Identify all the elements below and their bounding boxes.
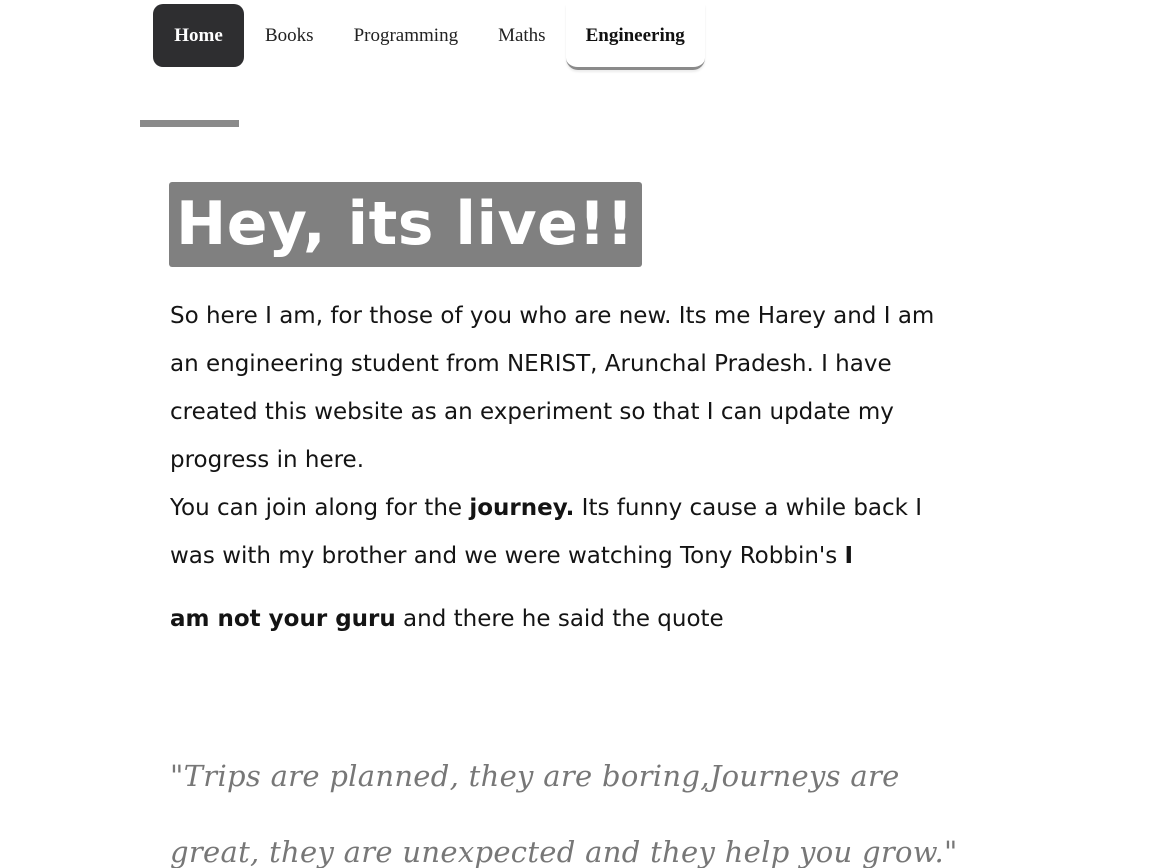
journey-emphasis: journey.	[469, 495, 575, 521]
journey-paragraph: You can join along for the journey. Its …	[170, 484, 970, 580]
text-segment: You can join along for the	[170, 495, 470, 521]
nav-home-link[interactable]: Home	[153, 4, 244, 67]
nav-programming-link[interactable]: Programming	[334, 4, 479, 67]
nav-books-link[interactable]: Books	[245, 4, 334, 67]
guru-line: am not your guru and there he said the q…	[170, 595, 970, 643]
headline-container: Hey, its live!!	[169, 182, 643, 267]
quote-text: "Trips are planned, they are boring,Jour…	[170, 759, 958, 868]
accent-bar	[140, 120, 239, 127]
top-nav: Home Books Programming Maths Engineering	[153, 4, 705, 70]
nav-maths-link[interactable]: Maths	[478, 4, 566, 67]
post-title: Hey, its live!!	[169, 182, 643, 267]
post-body: So here I am, for those of you who are n…	[170, 292, 970, 643]
intro-paragraph: So here I am, for those of you who are n…	[170, 303, 935, 473]
nav-engineering-link[interactable]: Engineering	[565, 4, 705, 70]
text-segment: and there he said the quote	[395, 606, 724, 632]
guru-title: am not your guru	[170, 606, 396, 632]
guru-title-start: I	[844, 543, 854, 569]
